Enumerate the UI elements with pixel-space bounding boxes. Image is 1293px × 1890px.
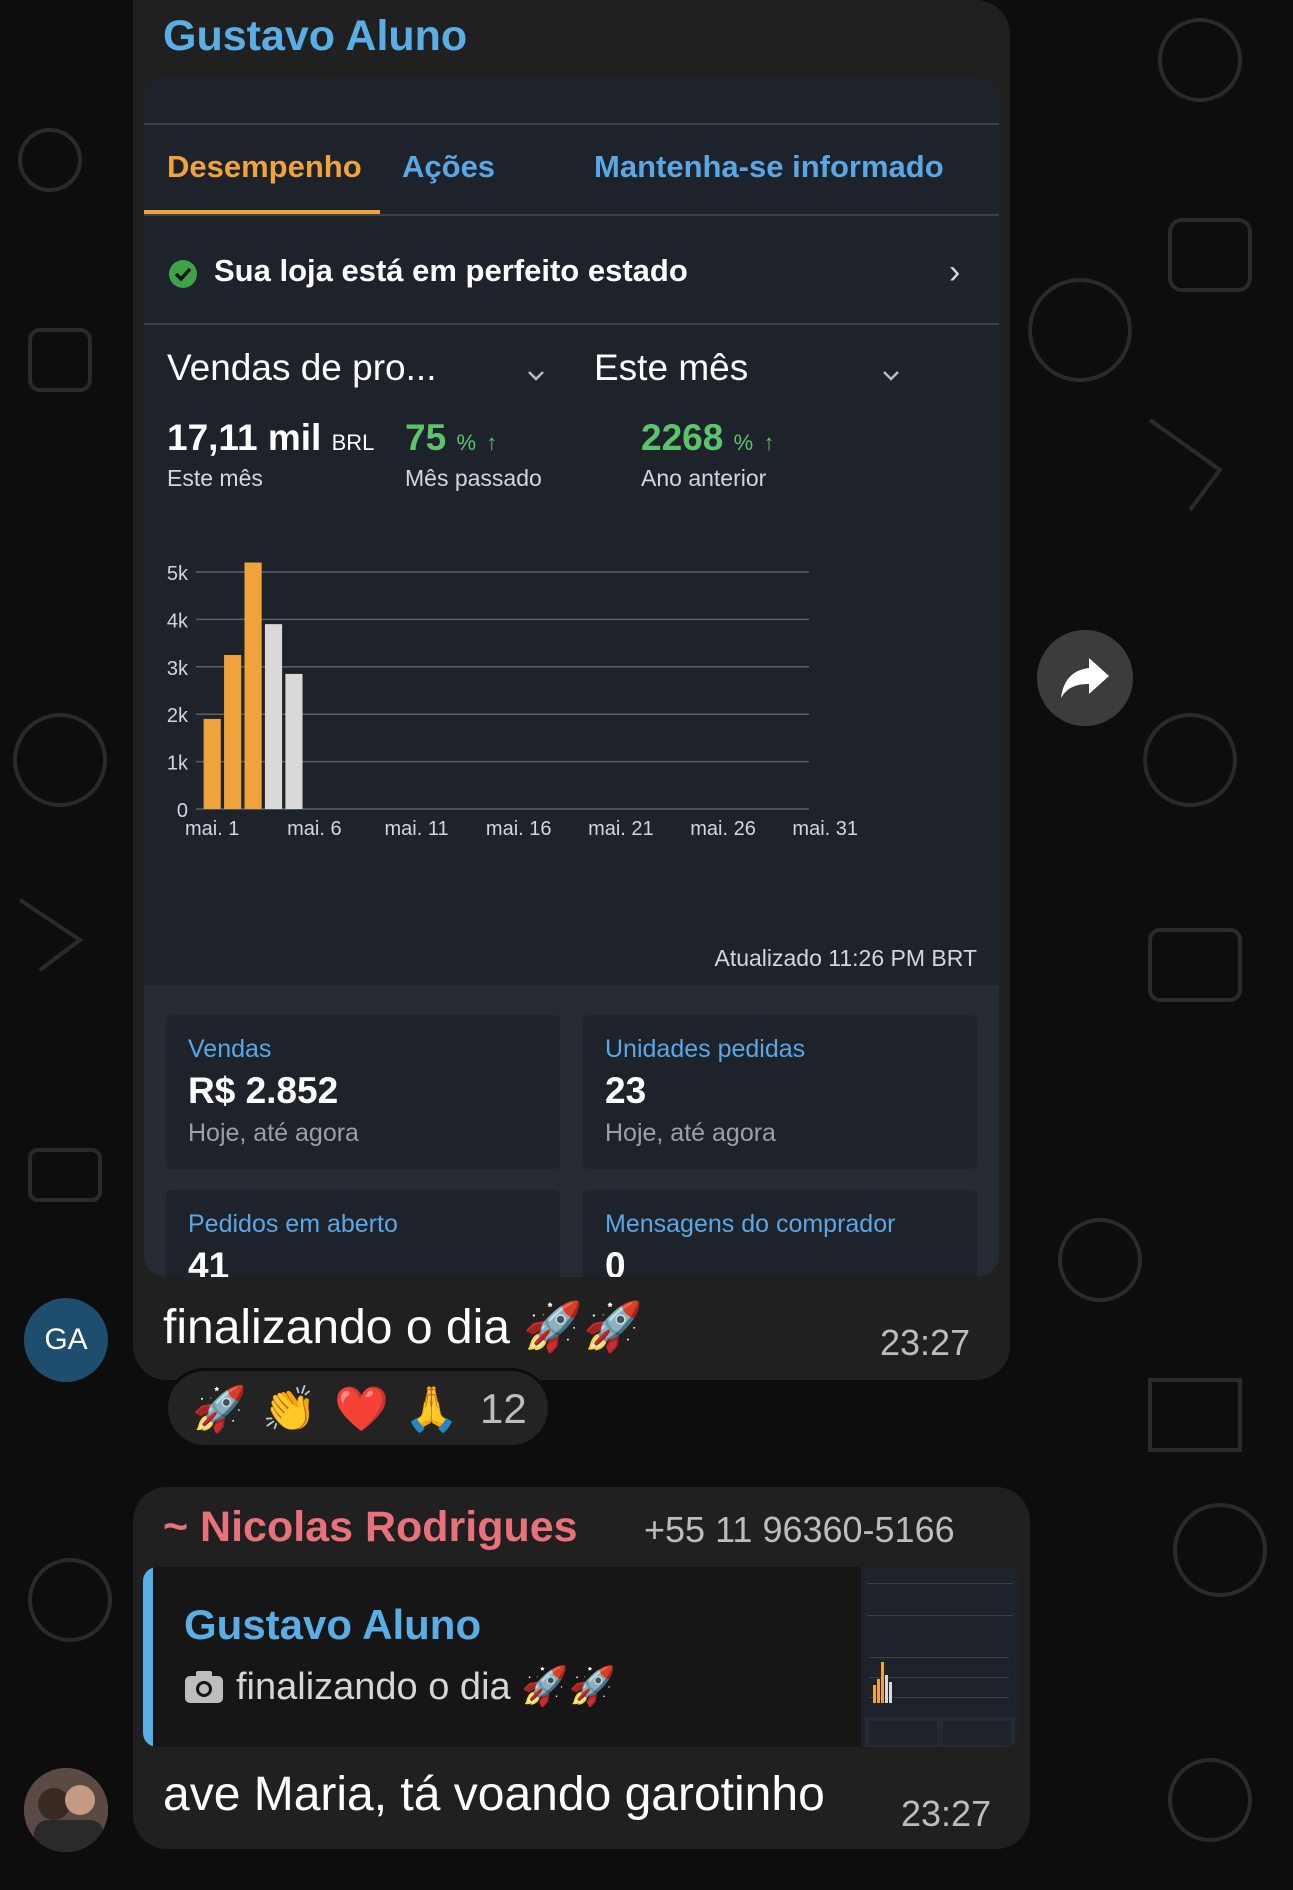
forward-arrow-icon xyxy=(1061,658,1109,698)
store-status-text: Sua loja está em perfeito estado xyxy=(214,253,688,288)
divider xyxy=(144,214,999,216)
bar xyxy=(203,718,221,809)
stat-unit: % xyxy=(733,430,754,455)
attached-image[interactable]: Desempenho Ações Mantenha-se informado S… xyxy=(144,77,999,1277)
reactions-bar[interactable]: 🚀 👏 ❤️ 🙏 12 xyxy=(165,1368,551,1448)
stat-this-month: 17,11 mil BRL xyxy=(167,417,374,459)
avatar[interactable] xyxy=(24,1768,108,1852)
divider xyxy=(144,123,999,125)
card-label: Unidades pedidas xyxy=(605,1035,806,1063)
sales-bar-chart: 01k2k3k4k5kmai. 1 mai. 6 mai. 11 mai. 16 mai… xyxy=(167,562,858,840)
x-tick-label: mai. 11 xyxy=(384,818,448,840)
bar xyxy=(264,624,283,809)
quote-thumbnail xyxy=(861,1567,1019,1747)
sender-name[interactable]: Gustavo Aluno xyxy=(163,12,467,61)
card-sub: Hoje, até agora xyxy=(188,1119,359,1147)
divider xyxy=(144,323,999,325)
message-text: finalizando o dia 🚀🚀 xyxy=(163,1301,643,1354)
stat-last-year: 2268 % ↑ xyxy=(641,417,774,459)
card-sub: Hoje, até agora xyxy=(605,1119,776,1147)
forward-button[interactable] xyxy=(1037,630,1133,726)
y-tick-label: 5k xyxy=(167,563,189,585)
x-tick-label: mai. 21 xyxy=(588,818,654,840)
check-circle-icon xyxy=(169,260,197,288)
card-value: 23 xyxy=(605,1070,647,1111)
avatar[interactable]: GA xyxy=(24,1298,108,1382)
card-mensagens: Mensagens do comprador 0 xyxy=(583,1190,977,1277)
updated-timestamp: Atualizado 11:26 PM BRT xyxy=(714,945,977,971)
card-value: R$ 2.852 xyxy=(188,1070,339,1111)
card-label: Pedidos em aberto xyxy=(188,1210,398,1238)
sender-name[interactable]: ~ Nicolas Rodrigues xyxy=(163,1503,578,1552)
tab-acoes: Ações xyxy=(402,149,496,184)
reaction-emoji: 🚀 xyxy=(192,1385,247,1434)
metric-dropdown: Vendas de pro... xyxy=(167,347,437,388)
x-tick-label: mai. 31 xyxy=(792,818,858,840)
y-tick-label: 3k xyxy=(167,658,189,680)
stat-last-month: 75 % ↑ xyxy=(405,417,497,459)
y-tick-label: 1k xyxy=(167,753,189,775)
stat-label: Ano anterior xyxy=(641,465,767,491)
stat-value: 17,11 mil xyxy=(167,417,322,458)
card-label: Vendas xyxy=(188,1035,272,1063)
quote-text: finalizando o dia 🚀🚀 xyxy=(236,1666,616,1708)
chevron-down-icon xyxy=(883,371,899,381)
card-pedidos: Pedidos em aberto 41 xyxy=(166,1190,560,1277)
stat-label: Mês passado xyxy=(405,465,542,491)
arrow-up-icon: ↑ xyxy=(763,430,775,455)
x-tick-label: mai. 16 xyxy=(486,818,552,840)
camera-icon xyxy=(185,1671,223,1703)
cards-section: Vendas R$ 2.852 Hoje, até agora Unidades… xyxy=(144,985,999,1277)
tab-mantenha-se-informado: Mantenha-se informado xyxy=(594,149,944,184)
reaction-emoji: ❤️ xyxy=(334,1385,389,1434)
stat-label: Este mês xyxy=(167,465,263,491)
sender-phone: +55 11 96360-5166 xyxy=(644,1509,955,1550)
message-time: 23:27 xyxy=(901,1793,992,1834)
reaction-emoji: 🙏 xyxy=(404,1385,459,1434)
message-time: 23:27 xyxy=(880,1322,971,1363)
stat-unit: % xyxy=(456,430,476,455)
stat-unit: BRL xyxy=(331,430,375,455)
stat-value: 2268 xyxy=(641,417,724,458)
bar xyxy=(244,562,262,809)
tab-desempenho: Desempenho xyxy=(167,149,362,184)
message-text: ave Maria, tá voando garotinho xyxy=(163,1768,825,1821)
card-vendas: Vendas R$ 2.852 Hoje, até agora xyxy=(166,1015,560,1169)
reaction-emoji: 👏 xyxy=(262,1385,317,1434)
x-tick-label: mai. 26 xyxy=(690,818,756,840)
quote-author: Gustavo Aluno xyxy=(184,1601,482,1648)
bar xyxy=(224,654,242,809)
message-bubble[interactable]: ~ Nicolas Rodrigues +55 11 96360-5166 Gu… xyxy=(133,1487,1030,1849)
quote-bar xyxy=(143,1567,153,1747)
stat-value: 75 xyxy=(405,417,447,458)
card-value: 41 xyxy=(188,1245,230,1277)
arrow-up-icon: ↑ xyxy=(486,430,498,455)
card-label: Mensagens do comprador xyxy=(605,1210,896,1238)
message-bubble[interactable]: Gustavo Aluno Desempenho Ações Mantenha-… xyxy=(133,0,1010,1380)
y-tick-label: 4k xyxy=(167,610,189,632)
chevron-down-icon xyxy=(528,371,544,381)
period-dropdown: Este mês xyxy=(594,347,749,388)
bar xyxy=(285,673,303,809)
reaction-count: 12 xyxy=(480,1385,527,1432)
x-tick-label: mai. 6 xyxy=(287,818,341,840)
y-tick-label: 2k xyxy=(167,705,189,727)
quoted-message[interactable]: Gustavo Aluno finalizando o dia 🚀🚀 xyxy=(143,1567,1019,1747)
chevron-right-icon: › xyxy=(949,253,961,291)
x-tick-label: mai. 1 xyxy=(185,818,239,840)
card-unidades: Unidades pedidas 23 Hoje, até agora xyxy=(583,1015,977,1169)
card-value: 0 xyxy=(605,1245,626,1277)
